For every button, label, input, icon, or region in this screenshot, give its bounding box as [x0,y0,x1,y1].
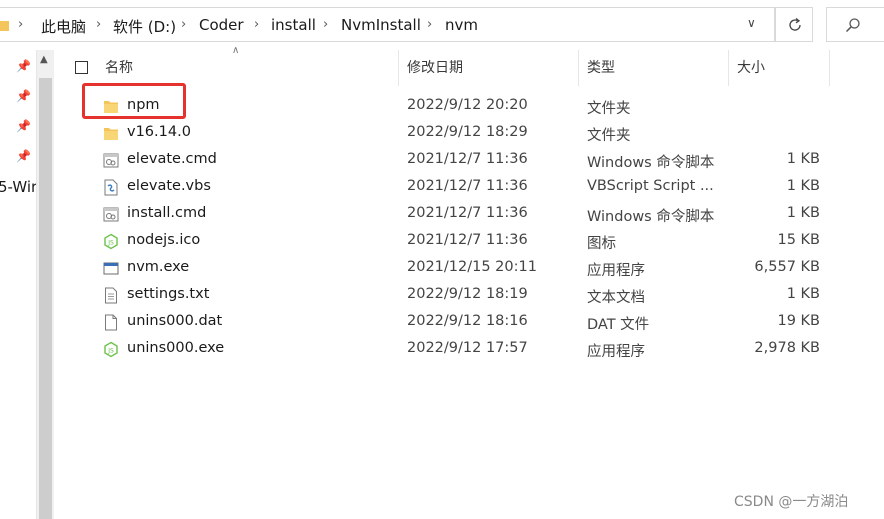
blank-file-icon [103,314,119,331]
file-modified: 2021/12/7 11:36 [407,178,528,194]
folder-icon [103,125,119,142]
file-row[interactable]: settings.txt 2022/9/12 18:19 文本文档 1 KB [60,282,840,309]
column-header-size[interactable]: 大小 [729,50,830,86]
breadcrumb-separator-icon: › [254,17,260,32]
file-modified: 2022/9/12 18:16 [407,313,528,329]
file-modified: 2022/9/12 17:57 [407,340,528,356]
file-modified: 2021/12/7 11:36 [407,232,528,248]
file-row[interactable]: JS nodejs.ico 2021/12/7 11:36 图标 15 KB [60,228,840,255]
column-header-type[interactable]: 类型 [579,50,729,86]
file-modified: 2021/12/7 11:36 [407,205,528,221]
file-modified: 2021/12/15 20:11 [407,259,537,275]
file-name: elevate.vbs [127,178,211,194]
file-type: 应用程序 [587,344,645,360]
breadcrumb-this-pc[interactable]: 此电脑 [41,16,86,37]
file-row[interactable]: v16.14.0 2022/9/12 18:29 文件夹 [60,120,840,147]
breadcrumb-coder[interactable]: Coder [199,16,244,34]
file-name: unins000.dat [127,313,223,329]
pin-icon[interactable]: 📌 [16,149,31,163]
file-size: 1 KB [786,205,820,221]
file-type: Windows 命令脚本 [587,209,715,225]
watermark: CSDN @一方湖泊 [734,494,849,510]
file-row[interactable]: nvm.exe 2021/12/15 20:11 应用程序 6,557 KB [60,255,840,282]
svg-text:JS: JS [107,240,114,247]
nodejs-icon: JS [103,341,119,358]
file-size: 19 KB [777,313,820,329]
file-size: 15 KB [777,232,820,248]
column-header-name[interactable]: 名称 [97,50,399,86]
breadcrumb-separator-icon: › [181,17,187,32]
file-type: 图标 [587,236,616,252]
file-type: Windows 命令脚本 [587,155,715,171]
file-name: nvm.exe [127,259,190,275]
refresh-icon [789,17,801,31]
file-size: 6,557 KB [754,259,820,275]
file-row[interactable]: elevate.vbs 2021/12/7 11:36 VBScript Scrip… [60,174,840,201]
navigation-pane: 📌 📌 📌 📌 5-Wir [0,50,37,519]
file-name: v16.14.0 [127,124,191,140]
scroll-up-icon[interactable]: ▲ [40,54,48,65]
nav-item-label[interactable]: 5-Wir [0,178,37,196]
file-size: 1 KB [786,178,820,194]
pin-icon[interactable]: 📌 [16,59,31,73]
search-icon [845,18,860,33]
file-name: install.cmd [127,205,207,221]
refresh-button[interactable] [775,7,813,42]
file-size: 2,978 KB [754,340,820,356]
vbs-file-icon [103,179,119,196]
file-row[interactable]: JS unins000.exe 2022/9/12 17:57 应用程序 2,978 K… [60,336,840,363]
file-name: elevate.cmd [127,151,217,167]
breadcrumb-drive-d[interactable]: 软件 (D:) [113,16,176,37]
breadcrumb-separator-icon: › [427,17,433,32]
breadcrumb-separator-icon: › [323,17,329,32]
column-header-modified[interactable]: 修改日期 [399,50,579,86]
file-type: 文件夹 [587,128,631,144]
file-size: 1 KB [786,286,820,302]
search-box[interactable] [826,7,884,42]
file-name: unins000.exe [127,340,225,356]
breadcrumb-nvm[interactable]: nvm [445,16,478,34]
scrollbar-thumb[interactable] [39,78,52,519]
file-type: 文件夹 [587,101,631,117]
address-bar[interactable]: › 此电脑 › 软件 (D:) › Coder › install › NvmI… [0,7,775,42]
file-modified: 2022/9/12 18:19 [407,286,528,302]
cmd-file-icon [103,206,119,223]
chevron-down-icon[interactable]: ∨ [747,16,756,30]
file-type: 文本文档 [587,290,645,306]
file-modified: 2022/9/12 18:29 [407,124,528,140]
text-file-icon [103,287,119,304]
file-modified: 2021/12/7 11:36 [407,151,528,167]
file-type: VBScript Script ... [587,178,714,194]
nodejs-icon: JS [103,233,119,250]
file-name: settings.txt [127,286,210,302]
file-row[interactable]: unins000.dat 2022/9/12 18:16 DAT 文件 19 KB [60,309,840,336]
folder-icon [0,20,9,31]
breadcrumb-install[interactable]: install [271,16,316,34]
nav-scrollbar[interactable]: ▲ [36,50,54,519]
breadcrumb-separator-icon: › [96,17,102,32]
file-row[interactable]: elevate.cmd 2021/12/7 11:36 Windows 命令脚本 1 … [60,147,840,174]
exe-window-icon [103,260,119,277]
file-size: 1 KB [786,151,820,167]
file-row[interactable]: install.cmd 2021/12/7 11:36 Windows 命令脚本 1 … [60,201,840,228]
breadcrumb-nvminstall[interactable]: NvmInstall [341,16,421,34]
pin-icon[interactable]: 📌 [16,89,31,103]
highlight-annotation [82,83,186,119]
breadcrumb-separator-icon: › [18,17,24,32]
file-type: 应用程序 [587,263,645,279]
svg-text:JS: JS [107,348,114,355]
file-modified: 2022/9/12 20:20 [407,97,528,113]
cmd-file-icon [103,152,119,169]
pin-icon[interactable]: 📌 [16,119,31,133]
file-name: nodejs.ico [127,232,201,248]
toolbar: › 此电脑 › 软件 (D:) › Coder › install › NvmI… [0,0,884,50]
select-all-checkbox[interactable] [75,61,88,74]
file-type: DAT 文件 [587,317,650,333]
